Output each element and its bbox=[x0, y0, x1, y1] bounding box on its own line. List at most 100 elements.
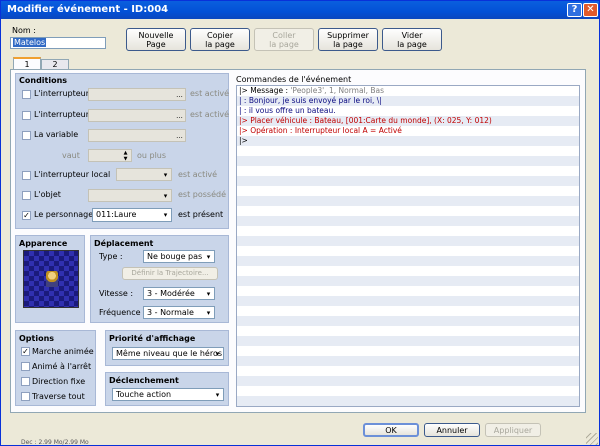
speed-label: Vitesse : bbox=[99, 289, 134, 298]
actor-suffix: est présent bbox=[178, 210, 224, 219]
title-bar: Modifier événement - ID:004 bbox=[1, 1, 599, 19]
stop-anim-label: Animé à l'arrêt bbox=[32, 362, 92, 371]
variable-checkbox[interactable] bbox=[22, 131, 31, 140]
chevron-down-icon: ▾ bbox=[206, 290, 211, 298]
command-line[interactable]: | : Bonjour, je suis envoyé par le roi, … bbox=[237, 96, 577, 106]
command-list[interactable]: |> Message : 'People3', 1, Normal, Bas |… bbox=[236, 85, 580, 407]
command-params: 'People3', 1, Normal, Bas bbox=[290, 86, 385, 95]
switch2-checkbox[interactable] bbox=[22, 111, 31, 120]
apply-button[interactable]: Appliquer bbox=[485, 423, 541, 437]
dir-fix-label: Direction fixe bbox=[32, 377, 86, 386]
actor-label: Le personnage bbox=[34, 210, 94, 219]
cancel-button[interactable]: Annuler bbox=[424, 423, 480, 437]
spinner-arrows-icon: ▲ ▼ bbox=[123, 150, 128, 162]
move-type-value: Ne bouge pas bbox=[147, 252, 203, 261]
switch2-suffix: est activé bbox=[190, 110, 230, 119]
trigger-group: Déclenchement Touche action ▾ bbox=[105, 372, 229, 406]
frequency-value: 3 - Normale bbox=[147, 308, 194, 317]
actor-checkbox[interactable]: ✓ bbox=[22, 211, 31, 220]
movement-title: Déplacement bbox=[94, 239, 154, 248]
copy-page-button[interactable]: Copier la page bbox=[190, 28, 250, 51]
new-page-button[interactable]: Nouvelle Page bbox=[126, 28, 186, 51]
clear-label-1: Vider bbox=[401, 30, 423, 40]
name-value: Matelos bbox=[13, 38, 47, 47]
variable-ellipsis: ... bbox=[176, 132, 183, 140]
through-checkbox[interactable] bbox=[21, 392, 30, 401]
command-line[interactable]: |> Opération : Interrupteur local A = Ac… bbox=[237, 126, 577, 136]
switch1-checkbox[interactable] bbox=[22, 90, 31, 99]
chevron-down-icon: ▾ bbox=[215, 350, 220, 358]
new-page-label-1: Nouvelle bbox=[138, 30, 174, 40]
paste-label-2: la page bbox=[269, 39, 299, 49]
command-line[interactable]: |> Message : 'People3', 1, Normal, Bas bbox=[237, 86, 577, 96]
type-label: Type : bbox=[99, 252, 123, 261]
command-text: | : il vous offre un bateau. bbox=[239, 106, 336, 115]
frequency-label: Fréquence : bbox=[99, 308, 146, 317]
trigger-dropdown[interactable]: Touche action ▾ bbox=[112, 388, 224, 401]
window-title: Modifier événement - ID:004 bbox=[7, 4, 169, 15]
ok-button[interactable]: OK bbox=[363, 423, 419, 437]
chevron-down-icon: ▾ bbox=[163, 192, 168, 200]
command-text: |> Placer véhicule : Bateau, [001:Carte … bbox=[239, 116, 492, 125]
commands-title: Commandes de l'événement bbox=[236, 75, 352, 84]
command-line[interactable]: | : il vous offre un bateau. bbox=[237, 106, 577, 116]
item-suffix: est possédé bbox=[178, 190, 226, 199]
command-text: |> Message : bbox=[239, 86, 291, 95]
item-dropdown[interactable]: ▾ bbox=[88, 189, 172, 202]
priority-title: Priorité d'affichage bbox=[109, 334, 196, 343]
priority-dropdown[interactable]: Même niveau que le héros ▾ bbox=[112, 347, 224, 360]
variable-selector[interactable]: ... bbox=[88, 129, 186, 142]
resize-grip-icon[interactable] bbox=[586, 433, 598, 445]
variable-label: La variable bbox=[34, 130, 79, 139]
copy-label-2: la page bbox=[205, 39, 235, 49]
local-switch-checkbox[interactable] bbox=[22, 171, 31, 180]
actor-value: 011:Laure bbox=[96, 210, 137, 219]
local-switch-dropdown[interactable]: ▾ bbox=[116, 168, 172, 181]
options-group: Options ✓ Marche animée Animé à l'arrêt … bbox=[15, 330, 96, 406]
actor-dropdown[interactable]: 011:Laure ▾ bbox=[92, 208, 172, 222]
command-line[interactable]: |> Placer véhicule : Bateau, [001:Carte … bbox=[237, 116, 577, 126]
speed-dropdown[interactable]: 3 - Modérée ▾ bbox=[143, 287, 215, 300]
clear-page-button[interactable]: Vider la page bbox=[382, 28, 442, 51]
conditions-group: Conditions L'interrupteur ... est activé… bbox=[15, 73, 229, 229]
copy-label-1: Copier bbox=[207, 30, 233, 40]
value-label: vaut bbox=[62, 151, 80, 160]
chevron-down-icon: ▾ bbox=[163, 211, 168, 219]
help-button[interactable]: ? bbox=[567, 3, 582, 17]
paste-page-button[interactable]: Coller la page bbox=[254, 28, 314, 51]
frequency-dropdown[interactable]: 3 - Normale ▾ bbox=[143, 306, 215, 319]
options-title: Options bbox=[19, 334, 55, 343]
delete-label-2: la page bbox=[333, 39, 363, 49]
trigger-title: Déclenchement bbox=[109, 376, 179, 385]
switch1-selector[interactable]: ... bbox=[88, 88, 186, 101]
chevron-down-icon: ▾ bbox=[206, 253, 211, 261]
walk-anim-label: Marche animée bbox=[32, 347, 94, 356]
value-spinner[interactable]: ▲ ▼ bbox=[88, 149, 132, 162]
value-suffix: ou plus bbox=[137, 151, 167, 160]
item-checkbox[interactable] bbox=[22, 191, 31, 200]
switch2-selector[interactable]: ... bbox=[88, 109, 186, 122]
switch2-ellipsis: ... bbox=[176, 112, 183, 120]
delete-page-button[interactable]: Supprimer la page bbox=[318, 28, 378, 51]
delete-label-1: Supprimer bbox=[327, 30, 369, 40]
status-memory: Dec : 2.99 Mo/2.99 Mo bbox=[21, 439, 89, 446]
through-label: Traverse tout bbox=[32, 392, 85, 401]
priority-value: Même niveau que le héros bbox=[116, 349, 223, 358]
define-route-button[interactable]: Définir la Trajectoire... bbox=[122, 267, 218, 280]
switch1-label: L'interrupteur bbox=[34, 89, 90, 98]
speed-value: 3 - Modérée bbox=[147, 289, 195, 298]
event-editor-window: Modifier événement - ID:004 ? ✕ Nom : Ma… bbox=[0, 0, 600, 446]
sprite-preview[interactable] bbox=[23, 250, 79, 308]
walk-anim-checkbox[interactable]: ✓ bbox=[21, 347, 30, 356]
dir-fix-checkbox[interactable] bbox=[21, 377, 30, 386]
stop-anim-checkbox[interactable] bbox=[21, 362, 30, 371]
appearance-title: Apparence bbox=[19, 239, 68, 248]
name-input[interactable]: Matelos bbox=[10, 37, 106, 49]
chevron-down-icon: ▾ bbox=[206, 309, 211, 317]
trigger-value: Touche action bbox=[116, 390, 172, 399]
move-type-dropdown[interactable]: Ne bouge pas ▾ bbox=[143, 250, 215, 263]
appearance-group: Apparence bbox=[15, 235, 85, 323]
command-line[interactable]: |> bbox=[237, 136, 577, 146]
close-button[interactable]: ✕ bbox=[583, 3, 598, 17]
local-switch-suffix: est activé bbox=[178, 170, 218, 179]
